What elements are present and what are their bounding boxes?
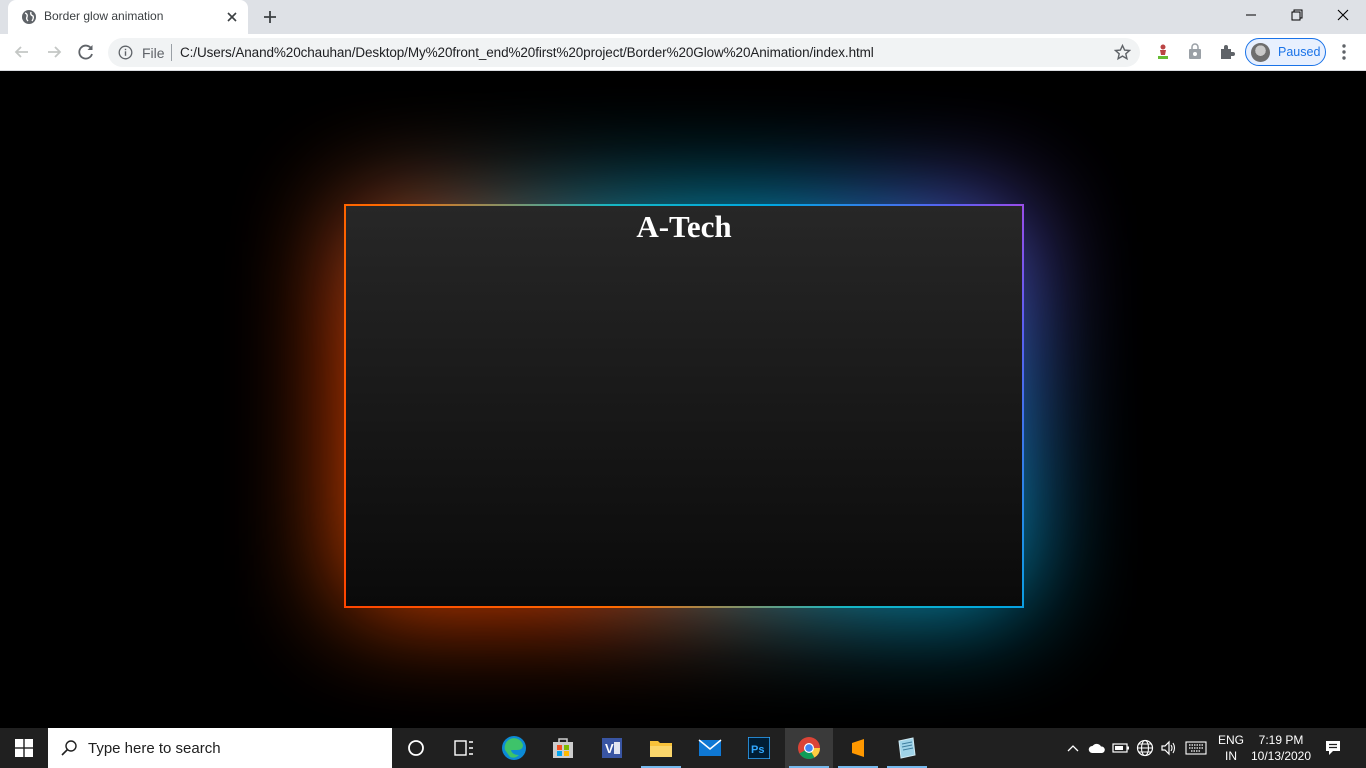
card-body: A-Tech: [346, 206, 1022, 606]
browser-toolbar: File C:/Users/Anand%20chauhan/Desktop/My…: [0, 34, 1366, 71]
sublime-text-button[interactable]: [834, 728, 882, 768]
edge-icon: [502, 736, 526, 760]
mail-button[interactable]: [686, 728, 734, 768]
file-explorer-button[interactable]: [637, 728, 685, 768]
chevron-up-icon: [1067, 745, 1079, 752]
mail-icon: [698, 739, 722, 756]
restore-button[interactable]: [1274, 0, 1320, 30]
chrome-icon: [798, 737, 820, 759]
start-button[interactable]: [0, 728, 48, 768]
photoshop-button[interactable]: Ps: [735, 728, 783, 768]
new-tab-icon[interactable]: [261, 8, 279, 26]
battery-icon: [1112, 743, 1129, 753]
taskbar-search-box[interactable]: Type here to search: [48, 728, 392, 768]
clock-date: 10/13/2020: [1250, 749, 1312, 763]
battery-button[interactable]: [1110, 728, 1132, 768]
forward-arrow-icon[interactable]: [44, 42, 64, 62]
address-bar[interactable]: File C:/Users/Anand%20chauhan/Desktop/My…: [108, 38, 1140, 67]
more-menu-icon[interactable]: [1336, 43, 1352, 61]
task-view-button[interactable]: [440, 728, 488, 768]
volume-button[interactable]: [1158, 728, 1180, 768]
bookmark-star-icon[interactable]: [1114, 44, 1131, 61]
profile-button[interactable]: Paused: [1245, 38, 1326, 66]
clock-time: 7:19 PM: [1258, 733, 1304, 747]
restore-icon: [1291, 9, 1303, 21]
close-window-button[interactable]: [1320, 0, 1366, 30]
cortana-button[interactable]: [392, 728, 440, 768]
notepad-icon: [898, 737, 916, 759]
task-view-icon: [454, 740, 473, 756]
windows-logo-icon: [15, 739, 33, 757]
speaker-icon: [1161, 740, 1176, 756]
store-icon: [553, 738, 573, 758]
file-explorer-icon: [650, 741, 672, 757]
tab-title: Border glow animation: [44, 9, 164, 23]
edge-button[interactable]: [490, 728, 538, 768]
svg-text:V: V: [605, 741, 614, 756]
chess-extension-icon[interactable]: [1154, 43, 1172, 61]
shopping-bag-extension-icon[interactable]: [1186, 43, 1204, 61]
tab-strip: Border glow animation: [0, 0, 1366, 34]
url-text[interactable]: C:/Users/Anand%20chauhan/Desktop/My%20fr…: [180, 45, 874, 60]
language-code: ENG: [1217, 733, 1244, 747]
visio-icon: V: [602, 738, 622, 758]
search-icon: [61, 740, 77, 756]
sublime-text-icon: [852, 739, 864, 757]
info-icon[interactable]: [118, 45, 133, 60]
svg-text:Ps: Ps: [751, 744, 764, 756]
keyboard-icon: [1185, 741, 1207, 755]
profile-status: Paused: [1278, 45, 1321, 59]
globe-network-icon: [1136, 739, 1154, 757]
search-placeholder: Type here to search: [88, 740, 221, 757]
globe-icon: [22, 10, 36, 24]
onedrive-button[interactable]: [1086, 728, 1108, 768]
photoshop-icon: Ps: [748, 737, 770, 759]
clock-button[interactable]: 7:19 PM 10/13/2020: [1248, 732, 1314, 764]
omnibox-separator: [171, 44, 172, 61]
cloud-icon: [1088, 743, 1105, 753]
extensions-puzzle-icon[interactable]: [1218, 43, 1236, 61]
glow-border-card: A-Tech: [344, 204, 1024, 608]
touch-keyboard-button[interactable]: [1183, 728, 1209, 768]
chrome-button[interactable]: [785, 728, 833, 768]
close-icon: [1337, 9, 1349, 21]
minimize-button[interactable]: [1228, 0, 1274, 30]
browser-tab[interactable]: Border glow animation: [8, 0, 248, 34]
notification-icon: [1326, 741, 1340, 755]
visio-button[interactable]: V: [588, 728, 636, 768]
input-language-button[interactable]: ENG IN: [1214, 732, 1248, 764]
store-button[interactable]: [539, 728, 587, 768]
page-viewport: A-Tech: [0, 71, 1366, 728]
show-hidden-icons-button[interactable]: [1063, 728, 1083, 768]
action-center-button[interactable]: [1318, 728, 1348, 768]
page-title: A-Tech: [636, 209, 732, 244]
notepad-button[interactable]: [883, 728, 931, 768]
avatar: [1251, 43, 1270, 62]
network-button[interactable]: [1134, 728, 1156, 768]
reload-icon[interactable]: [76, 42, 96, 62]
close-tab-icon[interactable]: [224, 9, 240, 25]
windows-taskbar: Type here to search V Ps ENG IN 7:19 PM …: [0, 728, 1366, 768]
origin-label: File: [142, 45, 165, 61]
minimize-icon: [1246, 14, 1256, 16]
back-arrow-icon[interactable]: [12, 42, 32, 62]
region-code: IN: [1225, 749, 1237, 763]
cortana-icon: [408, 740, 424, 756]
